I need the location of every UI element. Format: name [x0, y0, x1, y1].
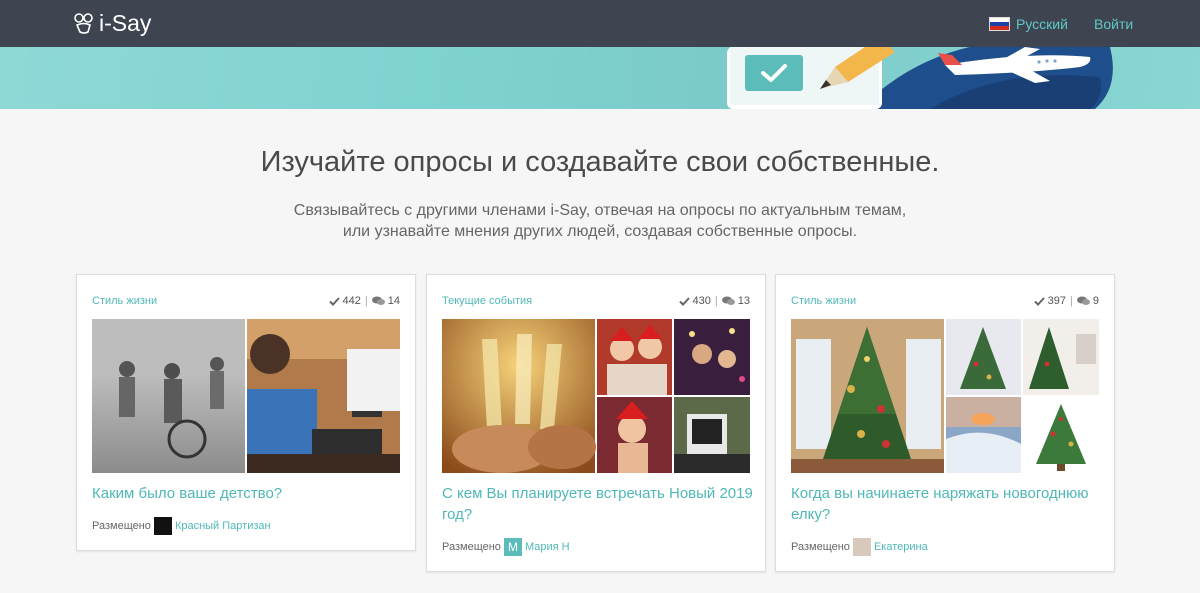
login-link[interactable]: Войти — [1094, 16, 1133, 32]
check-icon — [1033, 296, 1045, 306]
card-image-collage[interactable] — [92, 319, 400, 473]
card-image-collage[interactable] — [791, 319, 1099, 473]
page-title: Изучайте опросы и создавайте свои собств… — [260, 146, 940, 178]
subtitle-line-2: или узнавайте мнения других людей, созда… — [342, 223, 858, 240]
survey-question-link[interactable]: Каким было ваше детство? — [92, 483, 404, 504]
language-selector[interactable]: Русский — [989, 16, 1068, 32]
card-stats: 442 | 14 — [328, 295, 400, 307]
stats-separator: | — [714, 295, 718, 307]
check-icon — [328, 296, 340, 306]
language-label: Русский — [1016, 16, 1068, 32]
avatar[interactable] — [852, 538, 871, 556]
comments-count: 13 — [737, 295, 750, 307]
comments-icon — [721, 296, 735, 305]
logo-icon — [74, 12, 93, 34]
author-link[interactable]: Екатерина — [874, 541, 928, 553]
card-header: Стиль жизни 442 | 14 — [92, 295, 400, 309]
posted-by: Размещено Екатерина — [791, 538, 928, 556]
posted-label: Размещено — [791, 541, 850, 553]
avatar[interactable] — [153, 517, 172, 535]
answers-count: 430 — [692, 295, 711, 307]
card-header: Текущие события 430 | 13 — [442, 295, 750, 309]
answers-count: 397 — [1047, 295, 1067, 307]
card-header: Стиль жизни 397 | 9 — [791, 295, 1099, 309]
page-subtitle: Связывайтесь с другими членами i-Say, от… — [0, 200, 1200, 242]
posted-by: Размещено Красный Партизан — [92, 517, 271, 535]
card-stats: 430 | 13 — [678, 295, 750, 307]
stats-separator: | — [1070, 295, 1073, 307]
posted-label: Размещено — [92, 520, 151, 532]
survey-question-link[interactable]: С кем Вы планируете встречать Новый 2019… — [442, 483, 754, 525]
survey-question-link[interactable]: Когда вы начинаете наряжать новогоднюю е… — [791, 483, 1103, 525]
hero-banner — [0, 47, 1200, 109]
category-link[interactable]: Текущие события — [442, 295, 532, 307]
subtitle-line-1: Связывайтесь с другими членами i-Say, от… — [293, 202, 907, 219]
answers-count: 442 — [342, 295, 361, 307]
logo-text: i-Say — [99, 10, 152, 36]
category-link[interactable]: Стиль жизни — [92, 295, 157, 307]
author-link[interactable]: Красный Партизан — [175, 520, 271, 532]
check-icon — [678, 296, 690, 306]
survey-card[interactable]: Стиль жизни 442 | 14 Каким было ваше дет… — [76, 274, 416, 551]
top-navbar: i-Say Русский Войти — [0, 0, 1200, 47]
card-stats: 397 | 9 — [1033, 295, 1099, 307]
posted-by: Размещено M Мария Н — [442, 538, 570, 556]
stats-separator: | — [364, 295, 368, 307]
banner-illustration — [727, 47, 1113, 109]
card-image-collage[interactable] — [442, 319, 750, 473]
comments-count: 9 — [1092, 295, 1099, 307]
survey-card[interactable]: Текущие события 430 | 13 С кем Вы планир… — [426, 274, 766, 572]
comments-icon — [1076, 296, 1090, 305]
avatar[interactable]: M — [503, 538, 522, 556]
survey-card[interactable]: Стиль жизни 397 | 9 Когда вы начинаете н… — [775, 274, 1115, 572]
russian-flag-icon — [989, 17, 1010, 31]
site-logo[interactable]: i-Say — [73, 10, 151, 37]
category-link[interactable]: Стиль жизни — [791, 295, 856, 307]
posted-label: Размещено — [442, 541, 501, 553]
author-link[interactable]: Мария Н — [525, 541, 570, 553]
comments-icon — [371, 296, 385, 305]
comments-count: 14 — [387, 295, 400, 307]
